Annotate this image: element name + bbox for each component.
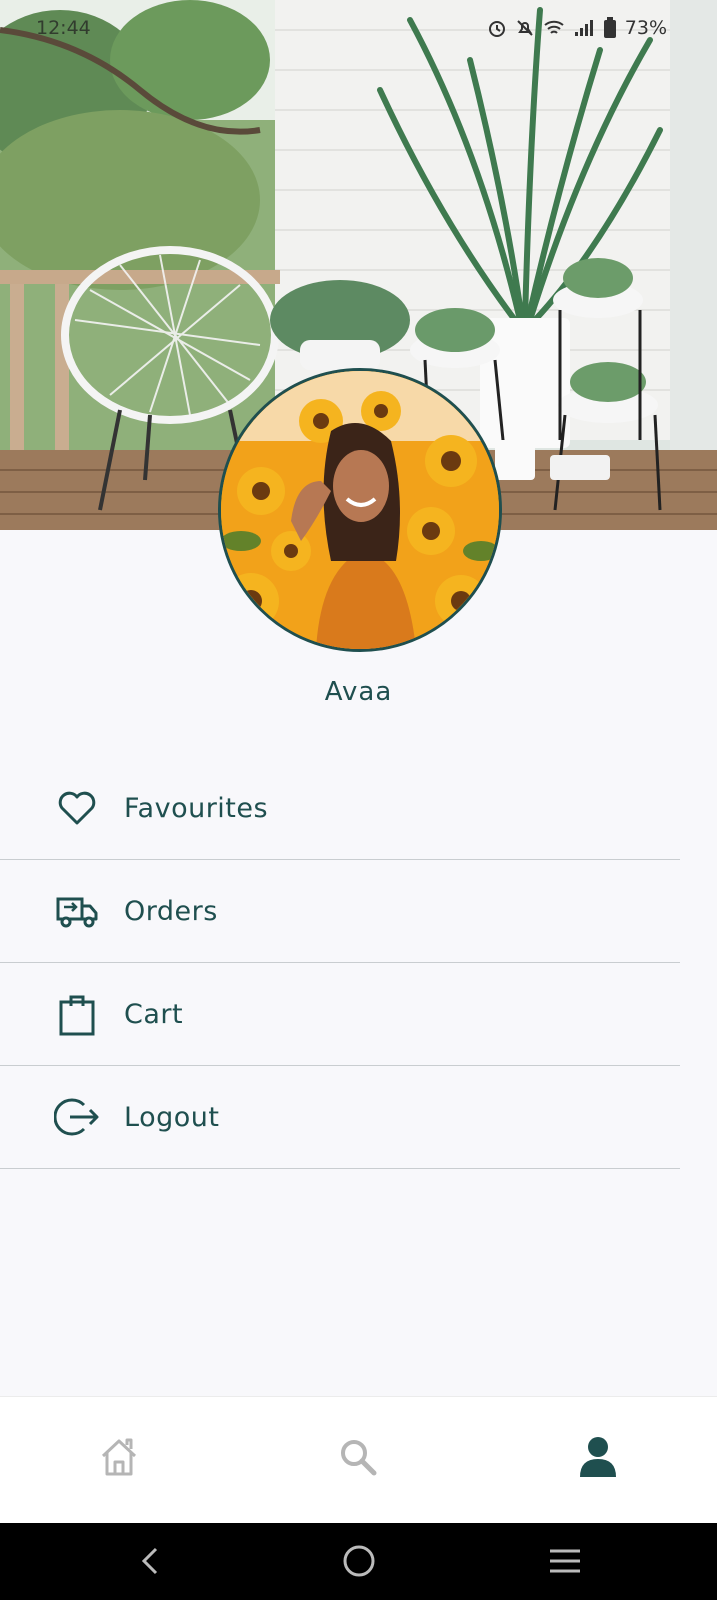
- nav-search[interactable]: [334, 1435, 382, 1483]
- system-recents-button[interactable]: [545, 1543, 585, 1583]
- battery-percent: 73%: [624, 17, 667, 39]
- menu-item-label: Logout: [124, 1101, 220, 1133]
- nav-home[interactable]: [95, 1435, 143, 1483]
- profile-menu: Favourites Orders Cart Logout: [0, 757, 680, 1169]
- wifi-icon: [543, 18, 565, 38]
- status-bar: 12:44 73%: [0, 14, 717, 46]
- home-icon: [98, 1436, 140, 1482]
- delivery-truck-icon: [54, 888, 100, 934]
- system-navigation-bar: [0, 1523, 717, 1600]
- logout-icon: [54, 1094, 100, 1140]
- nav-profile[interactable]: [574, 1435, 622, 1483]
- menu-item-orders[interactable]: Orders: [0, 860, 680, 963]
- recents-icon: [548, 1547, 582, 1579]
- shopping-bag-icon: [54, 991, 100, 1037]
- alarm-icon: [487, 18, 507, 38]
- signal-icon: [573, 18, 595, 38]
- system-back-button[interactable]: [130, 1543, 170, 1583]
- system-home-button[interactable]: [339, 1543, 379, 1583]
- menu-item-favourites[interactable]: Favourites: [0, 757, 680, 860]
- menu-item-label: Favourites: [124, 792, 269, 824]
- home-circle-icon: [342, 1544, 376, 1582]
- menu-item-cart[interactable]: Cart: [0, 963, 680, 1066]
- mute-icon: [515, 18, 535, 38]
- battery-icon: [603, 17, 617, 39]
- status-time: 12:44: [36, 17, 91, 39]
- bottom-nav: [0, 1396, 717, 1524]
- profile-icon: [578, 1436, 618, 1482]
- avatar[interactable]: [218, 368, 502, 652]
- heart-icon: [54, 785, 100, 831]
- menu-item-label: Cart: [124, 998, 184, 1030]
- search-icon: [338, 1437, 378, 1481]
- profile-name: Avaa: [324, 677, 393, 707]
- menu-item-label: Orders: [124, 895, 218, 927]
- status-icons: 73%: [487, 17, 667, 39]
- menu-item-logout[interactable]: Logout: [0, 1066, 680, 1169]
- back-icon: [138, 1546, 162, 1580]
